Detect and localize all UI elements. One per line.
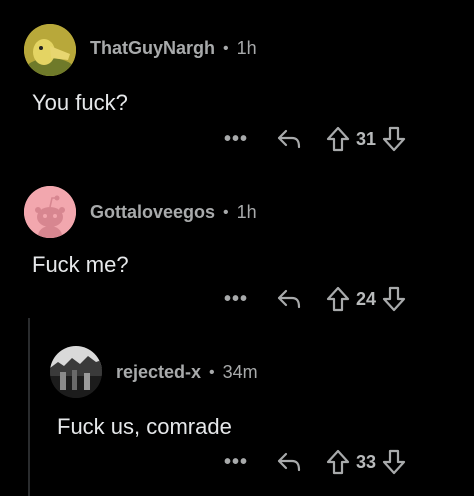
- upvote-button[interactable]: [326, 126, 350, 152]
- user-avatar[interactable]: [50, 346, 102, 398]
- reply-button[interactable]: [276, 287, 302, 311]
- downvote-button[interactable]: [382, 126, 406, 152]
- upvote-button[interactable]: [326, 286, 350, 312]
- more-options-button[interactable]: •••: [222, 451, 250, 474]
- reply-icon: [277, 452, 301, 472]
- downvote-arrow-icon: [382, 286, 406, 312]
- reply-button[interactable]: [276, 450, 302, 474]
- vote-score: 31: [356, 128, 377, 149]
- username[interactable]: Gottaloveegos: [90, 202, 215, 223]
- username[interactable]: rejected-x: [116, 362, 201, 383]
- downvote-button[interactable]: [382, 449, 406, 475]
- meta-separator: •: [209, 363, 215, 381]
- reply-button[interactable]: [276, 127, 302, 151]
- downvote-arrow-icon: [382, 126, 406, 152]
- comment-body: You fuck?: [32, 90, 128, 115]
- upvote-arrow-icon: [326, 126, 350, 152]
- comment: rejected-x • 34m Fuck us, comrade ••• 33: [0, 330, 474, 496]
- meta-separator: •: [223, 39, 229, 57]
- downvote-arrow-icon: [382, 449, 406, 475]
- photo-avatar-icon: [50, 346, 102, 398]
- more-options-button[interactable]: •••: [222, 128, 250, 151]
- comment-age: 1h: [236, 202, 257, 222]
- vote-score: 24: [356, 288, 377, 309]
- upvote-button[interactable]: [326, 449, 350, 475]
- reply-icon: [277, 129, 301, 149]
- comment-age: 34m: [222, 362, 258, 382]
- duck-avatar-icon: [24, 24, 76, 76]
- comment-body: Fuck us, comrade: [57, 414, 232, 439]
- more-options-button[interactable]: •••: [222, 288, 250, 311]
- downvote-button[interactable]: [382, 286, 406, 312]
- user-avatar[interactable]: [24, 24, 76, 76]
- comment: Gottaloveegos • 1h Fuck me? ••• 24: [0, 170, 474, 330]
- comment: ThatGuyNargh • 1h You fuck? ••• 31: [0, 0, 474, 170]
- user-avatar[interactable]: [24, 186, 76, 238]
- vote-score: 33: [356, 451, 377, 472]
- reply-icon: [277, 289, 301, 309]
- snoo-avatar-icon: [24, 186, 76, 238]
- username[interactable]: ThatGuyNargh: [90, 38, 215, 59]
- upvote-arrow-icon: [326, 449, 350, 475]
- comment-body: Fuck me?: [32, 252, 129, 277]
- upvote-arrow-icon: [326, 286, 350, 312]
- comment-age: 1h: [236, 38, 257, 58]
- meta-separator: •: [223, 203, 229, 221]
